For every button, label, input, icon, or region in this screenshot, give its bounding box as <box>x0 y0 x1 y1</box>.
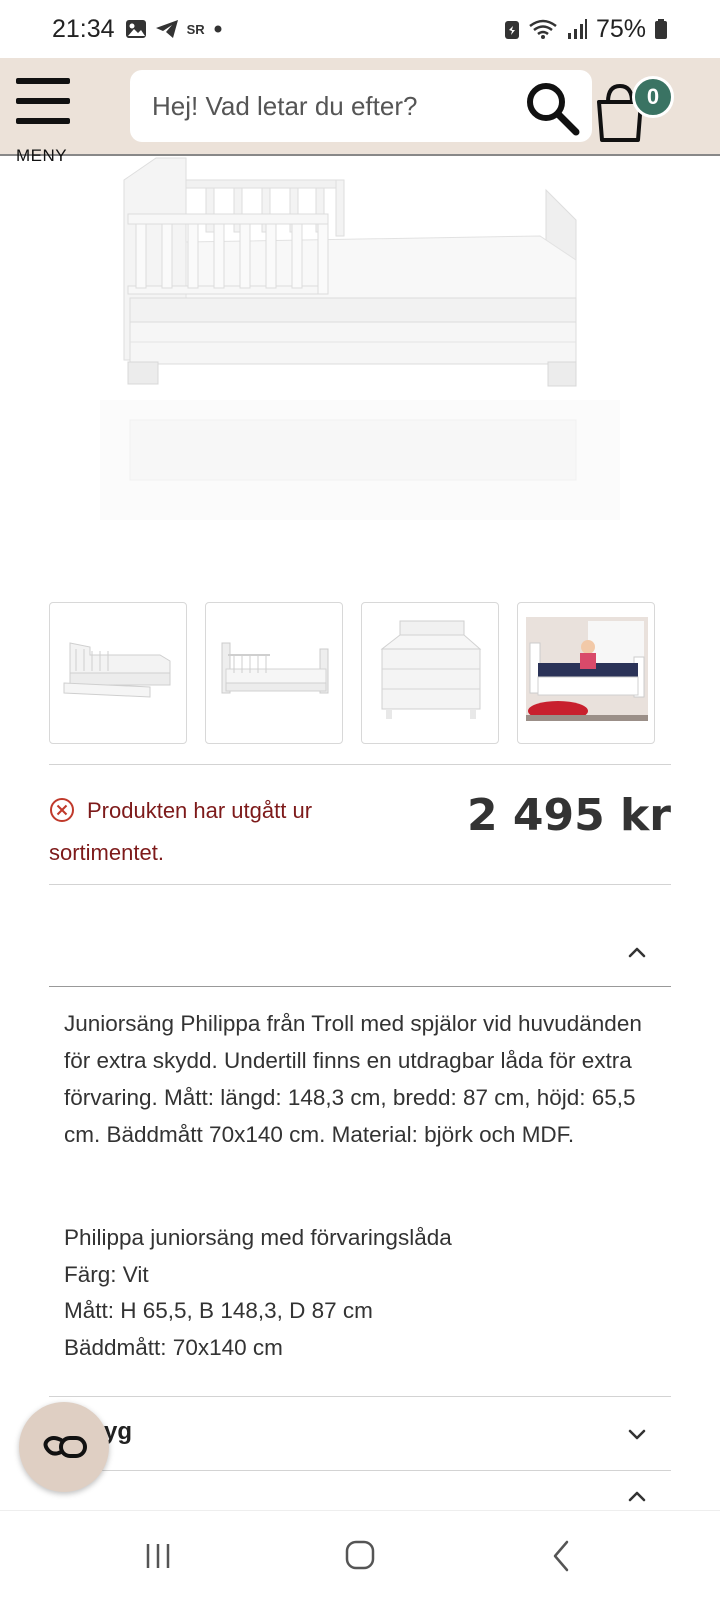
discontinued-notice: Produkten har utgått ur sortimentet. <box>49 790 389 874</box>
divider <box>49 1470 671 1471</box>
dot-icon <box>214 25 222 33</box>
battery-percent: 75% <box>595 14 646 43</box>
thumbnail-image <box>526 617 648 721</box>
thumbnail-3[interactable] <box>361 602 499 744</box>
status-time: 21:34 <box>52 14 115 43</box>
cart-count-badge: 0 <box>632 76 674 118</box>
menu-icon-bar <box>16 118 70 124</box>
product-image[interactable] <box>100 150 620 530</box>
thumbnail-strip <box>49 602 655 744</box>
menu-button[interactable]: MENY <box>14 74 72 165</box>
chat-button[interactable] <box>19 1402 109 1492</box>
battery-saver-icon <box>504 21 519 39</box>
next-accordion-toggle[interactable] <box>49 1480 671 1510</box>
spec-line: Bäddmått: 70x140 cm <box>64 1334 283 1360</box>
thumbnail-image <box>221 642 329 694</box>
thumbnail-image <box>63 642 171 698</box>
gallery-icon <box>125 20 146 38</box>
reviews-accordion-toggle[interactable] <box>49 1404 671 1464</box>
thumbnail-2[interactable] <box>205 602 343 744</box>
divider <box>49 986 671 987</box>
product-price: 2 495 kr <box>466 790 671 841</box>
thumbnail-image <box>380 620 482 719</box>
site-header: MENY 0 <box>0 58 720 165</box>
divider <box>49 764 671 765</box>
divider <box>49 884 671 885</box>
status-bar: 21:34 SR 75% <box>0 0 720 58</box>
search-box <box>130 70 592 142</box>
product-description: Juniorsäng Philippa från Troll med spjäl… <box>64 1011 642 1147</box>
recent-apps-icon[interactable] <box>133 1536 183 1576</box>
chevron-up-icon <box>628 1491 646 1502</box>
status-notification-icons: SR <box>125 19 223 39</box>
cart-button[interactable]: 0 <box>592 72 674 142</box>
thumbnail-1[interactable] <box>49 602 187 744</box>
spec-line: Philippa juniorsäng med förvaringslåda <box>64 1225 452 1250</box>
home-icon[interactable] <box>335 1536 385 1576</box>
search-input[interactable] <box>152 86 452 126</box>
divider <box>49 1396 671 1397</box>
telegram-icon <box>155 20 178 38</box>
menu-label: MENY <box>16 146 68 165</box>
description-accordion-toggle[interactable] <box>49 922 671 982</box>
thumbnail-4[interactable] <box>517 602 655 744</box>
system-nav-bar <box>0 1510 720 1600</box>
wifi-icon <box>529 19 557 39</box>
status-small-label: SR <box>186 21 205 37</box>
chat-icon <box>43 1436 87 1458</box>
error-circle-icon <box>50 798 74 822</box>
back-icon[interactable] <box>537 1536 587 1576</box>
spec-line: Mått: H 65,5, B 148,3, D 87 cm <box>64 1298 373 1323</box>
status-system-icons: 75% <box>504 15 668 44</box>
menu-icon-bar <box>16 98 70 104</box>
battery-icon <box>655 19 667 39</box>
search-icon[interactable] <box>522 78 584 140</box>
page: 21:34 SR 75% MENY Hej! Vad letar du efte… <box>0 0 720 1600</box>
product-status-row: Produkten har utgått ur sortimentet. 2 4… <box>49 790 671 870</box>
spec-line: Färg: Vit <box>64 1261 149 1287</box>
chevron-up-icon <box>628 947 646 958</box>
product-specs: Philippa juniorsäng med förvaringslåda F… <box>64 1220 674 1366</box>
menu-icon <box>16 78 70 84</box>
discontinued-text: Produkten har utgått ur sortimentet. <box>49 798 313 865</box>
chevron-down-icon <box>628 1429 646 1440</box>
signal-icon <box>567 19 587 39</box>
